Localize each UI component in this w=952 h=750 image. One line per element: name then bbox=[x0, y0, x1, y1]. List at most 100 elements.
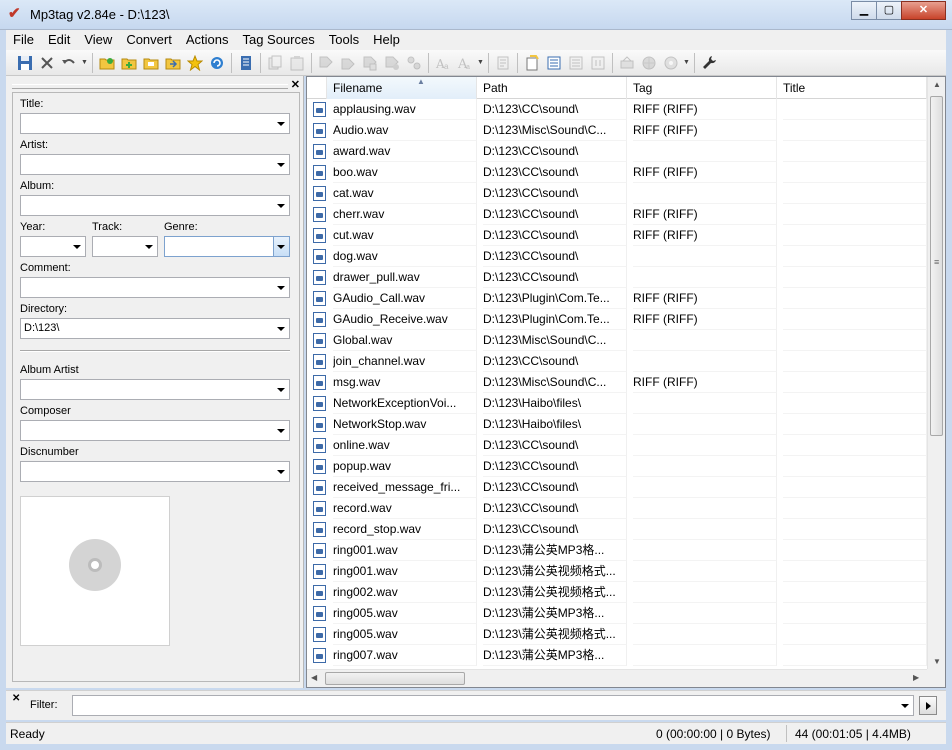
table-row[interactable]: Global.wav D:\123\Misc\Sound\C... bbox=[307, 330, 927, 351]
chevron-down-icon[interactable] bbox=[277, 204, 285, 208]
menu-convert[interactable]: Convert bbox=[119, 30, 179, 50]
favorite-icon[interactable] bbox=[184, 52, 206, 74]
menu-edit[interactable]: Edit bbox=[41, 30, 77, 50]
vertical-scrollbar[interactable]: ▲ ≡ ▼ bbox=[927, 77, 945, 670]
table-row[interactable]: popup.wav D:\123\CC\sound\ bbox=[307, 456, 927, 477]
add-directory-icon[interactable] bbox=[118, 52, 140, 74]
table-row[interactable]: cut.wav D:\123\CC\sound\ RIFF (RIFF) bbox=[307, 225, 927, 246]
chevron-down-icon[interactable] bbox=[277, 470, 285, 474]
artist-field[interactable] bbox=[20, 154, 290, 175]
table-row[interactable]: online.wav D:\123\CC\sound\ bbox=[307, 435, 927, 456]
table-row[interactable]: ring005.wav D:\123\蒲公英视频格式... bbox=[307, 624, 927, 645]
filename-to-tag-icon[interactable] bbox=[337, 52, 359, 74]
refresh-icon[interactable] bbox=[206, 52, 228, 74]
actions-icon[interactable]: Aa bbox=[454, 52, 476, 74]
album-artist-field[interactable] bbox=[20, 379, 290, 400]
tag-sources-freedb-icon[interactable] bbox=[616, 52, 638, 74]
chevron-down-icon[interactable] bbox=[277, 286, 285, 290]
minimize-button[interactable]: ▁ bbox=[851, 1, 877, 20]
discnumber-field[interactable] bbox=[20, 461, 290, 482]
track-field[interactable] bbox=[92, 236, 158, 257]
tag-panel-grip[interactable] bbox=[12, 84, 288, 89]
column-header-filename[interactable]: ▲ Filename bbox=[327, 77, 477, 99]
table-row[interactable]: ring002.wav D:\123\蒲公英视频格式... bbox=[307, 582, 927, 603]
chevron-down-icon[interactable] bbox=[277, 245, 285, 249]
genre-field[interactable] bbox=[164, 236, 290, 257]
chevron-down-icon[interactable] bbox=[145, 245, 153, 249]
horizontal-scroll-thumb[interactable] bbox=[325, 672, 465, 685]
column-header-icon[interactable] bbox=[307, 77, 327, 99]
menu-help[interactable]: Help bbox=[366, 30, 407, 50]
directory-field[interactable]: D:\123\ bbox=[20, 318, 290, 339]
scroll-down-icon[interactable]: ▼ bbox=[933, 657, 941, 666]
menu-tools[interactable]: Tools bbox=[322, 30, 366, 50]
format-list-icon[interactable] bbox=[565, 52, 587, 74]
table-row[interactable]: ring007.wav D:\123\蒲公英MP3格... bbox=[307, 645, 927, 666]
chevron-down-icon[interactable] bbox=[277, 388, 285, 392]
filter-close-icon[interactable]: ✕ bbox=[12, 693, 20, 704]
open-playlist-icon[interactable] bbox=[140, 52, 162, 74]
tag-sources-dropdown-icon[interactable]: ▼ bbox=[682, 59, 691, 66]
filter-input[interactable] bbox=[72, 695, 914, 716]
table-row[interactable]: cat.wav D:\123\CC\sound\ bbox=[307, 183, 927, 204]
table-row[interactable]: NetworkExceptionVoi... D:\123\Haibo\files… bbox=[307, 393, 927, 414]
table-row[interactable]: record_stop.wav D:\123\CC\sound\ bbox=[307, 519, 927, 540]
paste-tag-icon[interactable] bbox=[286, 52, 308, 74]
options-icon[interactable] bbox=[698, 52, 720, 74]
change-directory-icon[interactable] bbox=[96, 52, 118, 74]
column-header-title[interactable]: Title bbox=[777, 77, 927, 99]
scroll-left-icon[interactable]: ◀ bbox=[311, 673, 317, 682]
scroll-up-icon[interactable]: ▲ bbox=[933, 80, 941, 89]
scroll-right-icon[interactable]: ▶ bbox=[913, 673, 919, 682]
vertical-scroll-thumb[interactable]: ≡ bbox=[930, 96, 943, 436]
horizontal-scrollbar[interactable]: ◀ ▶ bbox=[307, 669, 927, 687]
undo-dropdown-icon[interactable]: ▼ bbox=[80, 59, 89, 66]
tag-sources-web-icon[interactable] bbox=[638, 52, 660, 74]
remove-tag-icon[interactable] bbox=[36, 52, 58, 74]
table-row[interactable]: award.wav D:\123\CC\sound\ bbox=[307, 141, 927, 162]
menu-tag-sources[interactable]: Tag Sources bbox=[235, 30, 321, 50]
maximize-button[interactable]: ▢ bbox=[876, 1, 902, 20]
column-header-tag[interactable]: Tag bbox=[627, 77, 777, 99]
table-row[interactable]: GAudio_Receive.wav D:\123\Plugin\Com.Te..… bbox=[307, 309, 927, 330]
menu-view[interactable]: View bbox=[77, 30, 119, 50]
export-icon[interactable] bbox=[521, 52, 543, 74]
table-row[interactable]: msg.wav D:\123\Misc\Sound\C... RIFF (RIFF) bbox=[307, 372, 927, 393]
year-field[interactable] bbox=[20, 236, 86, 257]
playlist-icon[interactable] bbox=[492, 52, 514, 74]
table-row[interactable]: received_message_fri... D:\123\CC\sound\ bbox=[307, 477, 927, 498]
table-row[interactable]: ring005.wav D:\123\蒲公英MP3格... bbox=[307, 603, 927, 624]
table-row[interactable]: record.wav D:\123\CC\sound\ bbox=[307, 498, 927, 519]
table-row[interactable]: applausing.wav D:\123\CC\sound\ RIFF (RIFF… bbox=[307, 99, 927, 120]
text-to-tag-icon[interactable] bbox=[359, 52, 381, 74]
chevron-down-icon[interactable] bbox=[277, 429, 285, 433]
column-header-path[interactable]: Path bbox=[477, 77, 627, 99]
table-row[interactable]: dog.wav D:\123\CC\sound\ bbox=[307, 246, 927, 267]
table-row[interactable]: boo.wav D:\123\CC\sound\ RIFF (RIFF) bbox=[307, 162, 927, 183]
copy-tag-icon[interactable] bbox=[264, 52, 286, 74]
close-button[interactable]: ✕ bbox=[901, 1, 946, 20]
table-row[interactable]: ring001.wav D:\123\蒲公英MP3格... bbox=[307, 540, 927, 561]
table-row[interactable]: Audio.wav D:\123\Misc\Sound\C... RIFF (RIF… bbox=[307, 120, 927, 141]
tag-panel-close-icon[interactable]: ✕ bbox=[291, 78, 300, 91]
comment-field[interactable] bbox=[20, 277, 290, 298]
filter-apply-button[interactable] bbox=[919, 696, 937, 715]
composer-field[interactable] bbox=[20, 420, 290, 441]
extended-tags-icon[interactable] bbox=[235, 52, 257, 74]
title-field[interactable] bbox=[20, 113, 290, 134]
table-row[interactable]: GAudio_Call.wav D:\123\Plugin\Com.Te... RI… bbox=[307, 288, 927, 309]
chevron-down-icon[interactable] bbox=[277, 327, 285, 331]
album-field[interactable] bbox=[20, 195, 290, 216]
menu-file[interactable]: File bbox=[6, 30, 41, 50]
sort-icon[interactable] bbox=[587, 52, 609, 74]
cover-art-box[interactable] bbox=[20, 496, 170, 646]
chevron-down-icon[interactable] bbox=[901, 704, 909, 708]
mp3tag-app-icon[interactable]: ✔ bbox=[8, 6, 24, 22]
save-icon[interactable] bbox=[14, 52, 36, 74]
chevron-down-icon[interactable] bbox=[73, 245, 81, 249]
undo-icon[interactable] bbox=[58, 52, 80, 74]
table-row[interactable]: ring001.wav D:\123\蒲公英视频格式... bbox=[307, 561, 927, 582]
actions-dropdown-icon[interactable]: ▼ bbox=[476, 59, 485, 66]
table-row[interactable]: join_channel.wav D:\123\CC\sound\ bbox=[307, 351, 927, 372]
tag-to-tag-icon[interactable] bbox=[381, 52, 403, 74]
